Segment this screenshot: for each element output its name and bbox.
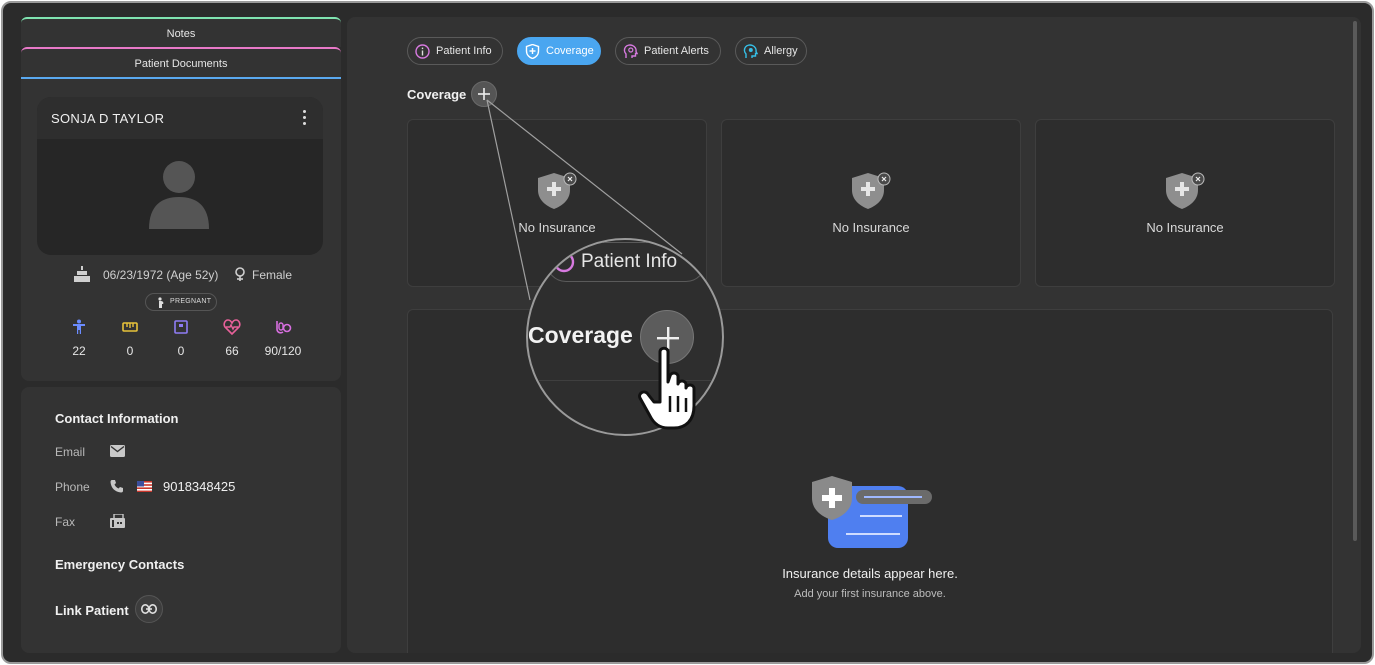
coverage-heading: Coverage <box>407 87 467 102</box>
email-label: Email <box>55 445 86 459</box>
blood-pressure-icon <box>276 321 292 334</box>
contact-card: Contact Information Email Phone 90183484… <box>21 387 341 653</box>
tab-patient-info[interactable]: Patient Info <box>407 37 503 65</box>
vital-bmi: 22 <box>59 319 99 358</box>
link-patient-label: Link Patient <box>55 603 129 618</box>
patient-name: SONJA D TAYLOR <box>51 111 165 126</box>
vital-value: 66 <box>225 344 239 358</box>
hand-pointer-cursor-icon <box>638 346 696 430</box>
body-icon <box>73 319 85 334</box>
heart-pulse-icon <box>223 319 241 336</box>
shield-plus-icon <box>525 44 540 59</box>
ruler-icon <box>122 322 138 332</box>
demographics-row: 06/23/1972 (Age 52y) Female <box>21 265 341 285</box>
zoomed-tab-patient-info: Patient Info <box>546 242 706 282</box>
empty-state-subtitle: Add your first insurance above. <box>794 588 946 600</box>
avatar-placeholder-icon <box>149 161 209 229</box>
info-icon <box>553 251 575 273</box>
scale-icon <box>174 320 188 334</box>
date-of-birth: 06/23/1972 (Age 52y) <box>103 268 219 282</box>
patient-header: SONJA D TAYLOR <box>37 97 323 139</box>
no-insurance-label: No Insurance <box>832 220 910 235</box>
phone-value: 9018348425 <box>163 479 236 494</box>
female-icon <box>235 267 245 281</box>
insurance-card[interactable]: No Insurance <box>1035 119 1335 287</box>
fax-label: Fax <box>55 515 76 529</box>
vital-value: 90/120 <box>264 344 302 358</box>
tab-label: Coverage <box>546 45 594 57</box>
zoomed-coverage-label: Coverage <box>528 322 633 348</box>
allergy-head-icon <box>743 44 758 58</box>
gender-label: Female <box>252 268 293 282</box>
us-flag-icon[interactable] <box>137 481 152 492</box>
shield-plus-icon <box>538 172 577 209</box>
phone-label: Phone <box>55 480 90 494</box>
vital-value: 0 <box>126 344 134 358</box>
empty-state-title: Insurance details appear here. <box>782 566 958 581</box>
info-icon <box>415 44 430 59</box>
tab-label: Patient Alerts <box>644 45 709 57</box>
link-icon <box>141 604 157 614</box>
vital-blood-pressure: 90/120 <box>263 319 303 358</box>
insurance-card[interactable]: No Insurance <box>721 119 1021 287</box>
phone-icon[interactable] <box>110 479 124 493</box>
plus-icon <box>478 88 490 100</box>
vital-value: 22 <box>72 344 86 358</box>
email-icon[interactable] <box>110 445 125 457</box>
pregnant-badge: PREGNANT <box>145 293 217 311</box>
insurance-document-illustration <box>812 476 932 548</box>
more-options-icon[interactable] <box>303 110 307 126</box>
birthday-cake-icon <box>74 266 90 282</box>
alert-head-icon <box>623 44 638 58</box>
vertical-scrollbar[interactable] <box>1353 21 1357 541</box>
pregnant-icon <box>158 297 164 308</box>
pregnant-badge-label: PREGNANT <box>170 298 212 305</box>
vital-weight: 0 <box>161 319 201 358</box>
fax-icon[interactable] <box>110 514 125 528</box>
add-coverage-button[interactable] <box>471 81 497 107</box>
vitals-row: 22 0 0 66 90/120 <box>21 319 341 359</box>
vital-height: 0 <box>110 319 150 358</box>
shield-plus-icon <box>1166 172 1205 209</box>
tab-label: Allergy <box>764 45 798 57</box>
patient-card: SONJA D TAYLOR 06/23/1972 (Age 52y) Fema… <box>21 77 341 381</box>
tab-coverage[interactable]: Coverage <box>517 37 601 65</box>
shield-plus-icon <box>852 172 891 209</box>
zoomed-tab-label: Patient Info <box>581 251 678 272</box>
no-insurance-label: No Insurance <box>1146 220 1224 235</box>
patient-photo-panel: SONJA D TAYLOR <box>37 97 323 255</box>
tab-label: Patient Info <box>436 45 492 57</box>
no-insurance-label: No Insurance <box>518 220 596 235</box>
contact-information-heading: Contact Information <box>55 411 179 426</box>
main-panel: Patient Info Coverage Patient Alerts All… <box>347 17 1361 653</box>
tab-patient-alerts[interactable]: Patient Alerts <box>615 37 721 65</box>
patient-documents-tab[interactable]: Patient Documents <box>21 47 341 77</box>
vital-heart-rate: 66 <box>212 319 252 358</box>
link-patient-button[interactable] <box>135 595 163 623</box>
tab-allergy[interactable]: Allergy <box>735 37 807 65</box>
vital-value: 0 <box>177 344 185 358</box>
emergency-contacts-heading: Emergency Contacts <box>55 557 185 572</box>
notes-tab[interactable]: Notes <box>21 17 341 47</box>
